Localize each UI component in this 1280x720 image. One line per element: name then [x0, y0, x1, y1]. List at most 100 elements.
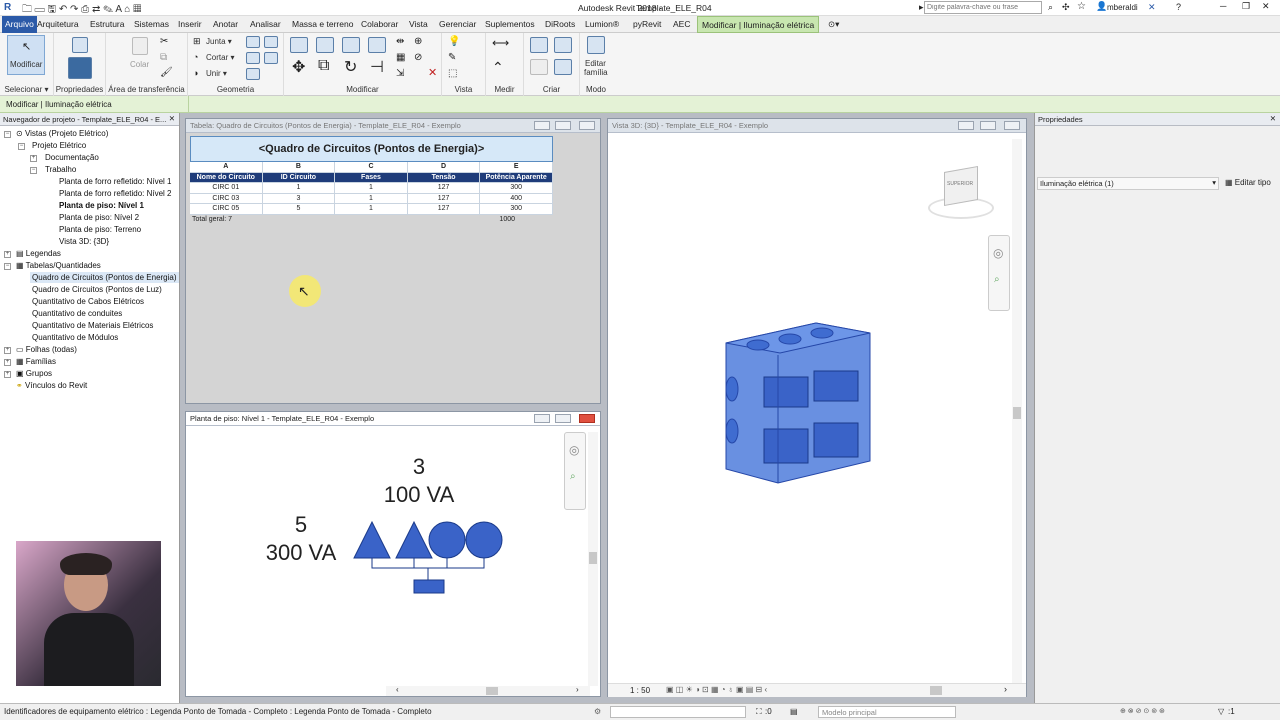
search-expand-icon[interactable]: ▸: [919, 2, 924, 13]
modify-button[interactable]: ↖ Modificar: [7, 35, 45, 75]
table-cell[interactable]: 127: [408, 193, 481, 203]
tab-suplementos[interactable]: Suplementos: [485, 19, 535, 29]
tree-item-conduites[interactable]: Quantitativo de conduites: [32, 309, 122, 318]
close-window-button[interactable]: [579, 414, 595, 423]
scroll-left-icon[interactable]: ‹: [396, 685, 399, 694]
user-name[interactable]: mberaldi: [1107, 3, 1138, 12]
properties-icon[interactable]: [68, 57, 92, 79]
table-cell[interactable]: 400: [480, 193, 553, 203]
editable-only-icon[interactable]: ⛶: [756, 707, 762, 717]
measure-icon[interactable]: ⟷: [492, 36, 509, 50]
cut-label[interactable]: Cortar ▾: [206, 53, 234, 62]
unpin-icon[interactable]: ⊘: [414, 52, 422, 63]
tab-anotar[interactable]: Anotar: [213, 19, 238, 29]
tag-circuit-power[interactable]: 100 VA: [364, 482, 474, 508]
table-cell[interactable]: 1: [335, 204, 408, 214]
move-icon[interactable]: ✥: [292, 57, 305, 77]
scroll-thumb[interactable]: [486, 687, 498, 695]
tab-file[interactable]: Arquivo: [2, 16, 37, 33]
trim-extend-icon[interactable]: ⊣: [370, 57, 384, 77]
tab-arquitetura[interactable]: Arquitetura: [37, 19, 79, 29]
close-window-button[interactable]: [579, 121, 595, 130]
unite-label[interactable]: Unir ▾: [206, 69, 227, 78]
align-icon[interactable]: [290, 37, 308, 53]
horizontal-scrollbar[interactable]: ‹ ›: [386, 685, 590, 696]
cut-scissors-icon[interactable]: ✂: [160, 36, 168, 47]
linework-icon[interactable]: ⬚: [448, 68, 457, 79]
vertical-scrollbar[interactable]: [588, 432, 598, 686]
junction-box-symbol[interactable]: [413, 579, 445, 594]
search-input[interactable]: [924, 1, 1042, 14]
join-icon[interactable]: ⊞: [193, 36, 201, 47]
tree-item-projeto-eletrico[interactable]: Projeto Elétrico: [32, 141, 86, 150]
column-header[interactable]: Tensão: [407, 172, 481, 182]
close-window-button[interactable]: [1004, 121, 1020, 130]
outlet-symbols[interactable]: [346, 512, 516, 602]
tab-sistemas[interactable]: Sistemas: [134, 19, 169, 29]
ribbon-options-icon[interactable]: ⊙▾: [828, 19, 839, 30]
table-cell[interactable]: 1: [263, 183, 336, 193]
maximize-window-button[interactable]: [980, 121, 996, 130]
offset-icon[interactable]: [316, 37, 334, 53]
tab-pyrevit[interactable]: pyRevit: [633, 19, 661, 29]
tree-item-folhas[interactable]: ▭ Folhas (todas): [16, 345, 77, 354]
tab-vista[interactable]: Vista: [409, 19, 428, 29]
collapse-icon[interactable]: −: [30, 167, 37, 174]
tree-item-piso-n2[interactable]: Planta de piso: Nível 2: [59, 213, 139, 222]
table-row[interactable]: CIRC 01 1 1 127 300: [190, 183, 553, 194]
outlet-circle-symbol[interactable]: [428, 521, 466, 559]
minimize-window-button[interactable]: [534, 414, 550, 423]
tree-item-documentacao[interactable]: Documentação: [45, 153, 99, 162]
table-cell[interactable]: 300: [480, 204, 553, 214]
tab-aec[interactable]: AEC: [673, 19, 690, 29]
tree-item-vinculos[interactable]: ⚭ Vínculos do Revit: [16, 381, 87, 390]
edit-type-button[interactable]: ▦ Editar tipo: [1225, 178, 1271, 187]
tree-item-grupos[interactable]: ▣ Grupos: [16, 369, 52, 378]
edit-family-label-2[interactable]: família: [584, 68, 608, 77]
viewcube[interactable]: SUPERIOR: [926, 166, 996, 219]
steering-wheel-icon[interactable]: ◎: [569, 443, 579, 457]
paste-icon[interactable]: [132, 37, 148, 55]
tab-lumion[interactable]: Lumion®: [585, 19, 619, 29]
expand-icon[interactable]: +: [30, 155, 37, 162]
table-row[interactable]: CIRC 05 5 1 127 300: [190, 204, 553, 215]
minimize-window-button[interactable]: [958, 121, 974, 130]
search-icon[interactable]: ⌕: [1048, 2, 1053, 13]
hide-bulb-icon[interactable]: 💡: [448, 36, 460, 47]
type-properties-icon[interactable]: [72, 37, 88, 53]
view-control-icons[interactable]: ▣ ◫ ☀ ◑ ⊡ ▦ ◔ ♁ ▣ ▤ ⊟ ‹: [666, 685, 767, 694]
expand-icon[interactable]: +: [4, 359, 11, 366]
collapse-icon[interactable]: −: [4, 263, 11, 270]
tree-item-piso-n1[interactable]: Planta de piso: Nível 1: [59, 201, 144, 210]
close-icon[interactable]: ✕: [1262, 1, 1270, 12]
expand-icon[interactable]: +: [4, 347, 11, 354]
split-icon[interactable]: ⇹: [396, 36, 404, 47]
join-label[interactable]: Junta ▾: [206, 37, 232, 46]
expand-icon[interactable]: +: [4, 251, 11, 258]
column-header[interactable]: Fases: [335, 172, 408, 182]
filter-icon[interactable]: ▽: [1218, 707, 1224, 716]
plan-window-titlebar[interactable]: Planta de piso: Nível 1 - Template_ELE_R…: [186, 412, 600, 426]
navigation-bar-3d[interactable]: ◎ ⌕: [988, 235, 1010, 311]
minimize-window-button[interactable]: [534, 121, 550, 130]
tab-colaborar[interactable]: Colaborar: [361, 19, 398, 29]
table-cell[interactable]: CIRC 03: [190, 193, 263, 203]
view-scale[interactable]: 1 : 50: [630, 686, 650, 695]
table-cell[interactable]: 127: [408, 183, 481, 193]
tab-diroots[interactable]: DiRoots: [545, 19, 575, 29]
delete-icon[interactable]: ✕: [428, 66, 437, 79]
worksets-icon[interactable]: ⚙: [594, 707, 601, 716]
workset-dropdown[interactable]: [610, 706, 746, 718]
create-parts-icon[interactable]: [554, 37, 572, 53]
table-cell[interactable]: CIRC 05: [190, 204, 263, 214]
user-icon[interactable]: 👤: [1096, 1, 1107, 12]
scroll-thumb[interactable]: [930, 686, 942, 695]
infocenter-icon[interactable]: ✣: [1062, 2, 1070, 13]
wall-joins-icon[interactable]: [246, 36, 260, 48]
tab-gerenciar[interactable]: Gerenciar: [439, 19, 476, 29]
expand-icon[interactable]: +: [4, 371, 11, 378]
selection-filter-icons[interactable]: ⊕ ⊗ ⊘ ⊙ ⊚ ⊛: [1120, 707, 1165, 715]
collapse-icon[interactable]: −: [4, 131, 11, 138]
scale-icon[interactable]: ⇲: [396, 68, 404, 79]
remove-paint-icon[interactable]: [264, 52, 278, 64]
